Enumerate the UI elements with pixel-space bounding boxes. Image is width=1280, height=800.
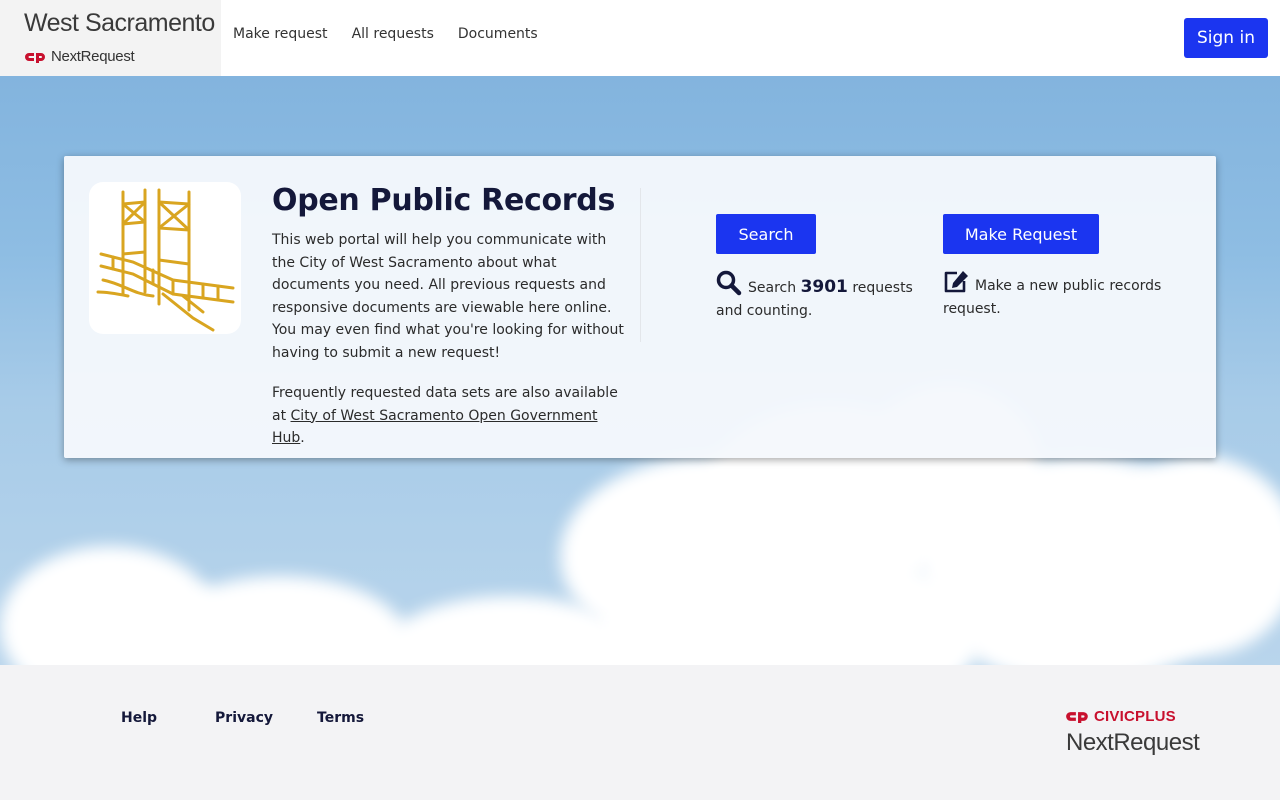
request-count: 3901 (800, 277, 848, 297)
search-description: Search 3901 requests and counting. (716, 270, 916, 322)
edit-icon (944, 271, 968, 293)
open-government-hub-link[interactable]: City of West Sacramento Open Government … (272, 408, 598, 447)
nav-make-request[interactable]: Make request (233, 26, 328, 42)
top-header: West Sacramento NextRequest Make request… (0, 0, 1280, 76)
page-title: Open Public Records (272, 183, 616, 218)
civicplus-logo-icon (25, 52, 45, 63)
nextrequest-brand: NextRequest (25, 48, 135, 65)
civicplus-text: CIVICPLUS (1094, 708, 1176, 725)
footer-links: Help Privacy Terms (121, 710, 364, 726)
search-icon (716, 270, 742, 296)
intro-text: This web portal will help you communicat… (272, 232, 624, 361)
footer: Help Privacy Terms CIVICPLUS NextRequest (0, 665, 1280, 800)
footer-nextrequest-text: NextRequest (1066, 729, 1200, 756)
nav-all-requests[interactable]: All requests (352, 26, 434, 42)
civicplus-mark-icon (1066, 712, 1088, 723)
card-divider (640, 188, 641, 342)
civicplus-logo[interactable]: CIVICPLUS (1066, 708, 1176, 725)
city-logo (89, 182, 241, 334)
datasets-text: Frequently requested data sets are also … (272, 382, 628, 450)
make-request-desc-text: Make a new public records request. (943, 278, 1162, 317)
main-nav: Make request All requests Documents (233, 26, 562, 42)
datasets-suffix: . (300, 430, 305, 446)
brand-block[interactable]: West Sacramento NextRequest (0, 0, 221, 76)
footer-privacy-link[interactable]: Privacy (215, 710, 273, 726)
nav-documents[interactable]: Documents (458, 26, 538, 42)
footer-help-link[interactable]: Help (121, 710, 157, 726)
make-request-button[interactable]: Make Request (943, 214, 1099, 254)
product-name: NextRequest (51, 48, 135, 65)
sign-in-button[interactable]: Sign in (1184, 18, 1268, 58)
search-button[interactable]: Search (716, 214, 816, 254)
city-name: West Sacramento (24, 9, 215, 37)
make-request-description: Make a new public records request. (943, 270, 1173, 320)
search-desc-prefix: Search (748, 280, 801, 296)
records-card: Open Public Records This web portal will… (64, 156, 1216, 458)
footer-terms-link[interactable]: Terms (317, 710, 364, 726)
bridge-logo-icon (96, 188, 235, 332)
